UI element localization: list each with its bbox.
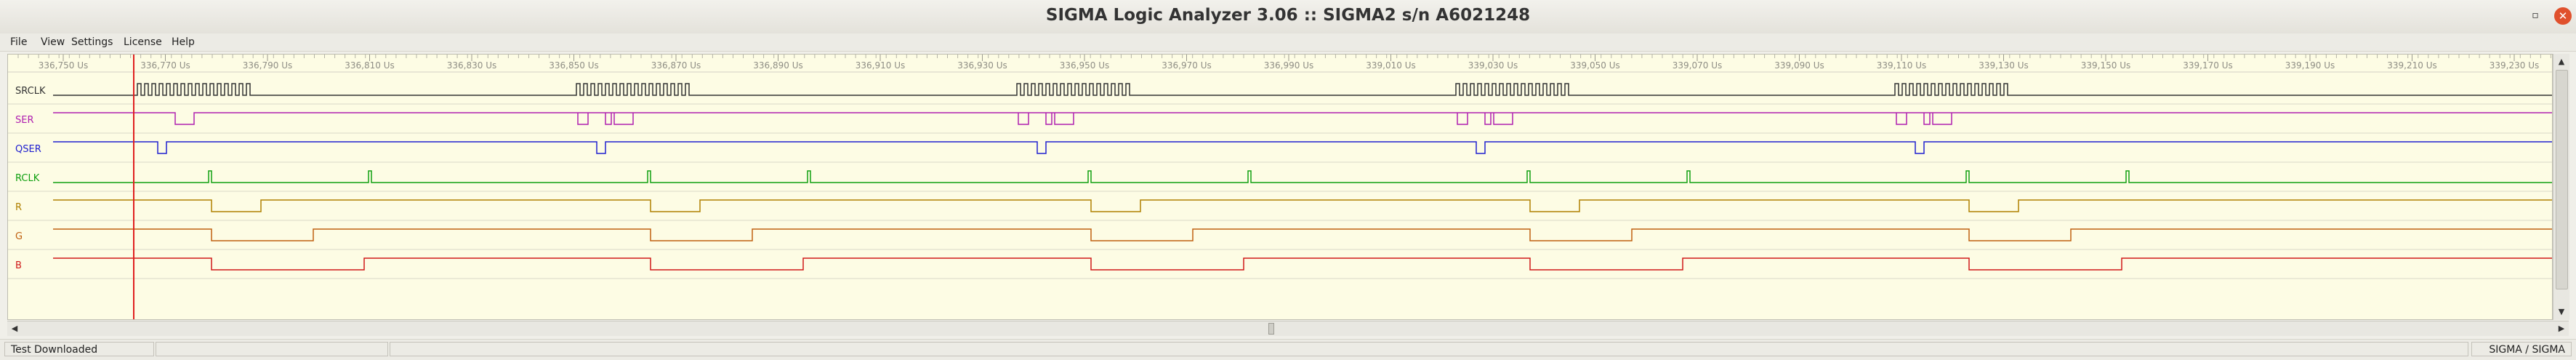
waveform-canvas[interactable]: 336,750 Us 336,770 Us 336,790 Us 336,810 Us…: [7, 54, 2553, 320]
time-tick-label: 336,950 Us: [1060, 60, 1109, 71]
horizontal-scrollbar[interactable]: ◀ ▶: [7, 321, 2569, 336]
time-tick-label: 336,970 Us: [1162, 60, 1211, 71]
time-tick-label: 336,930 Us: [957, 60, 1007, 71]
qser-trace: [53, 141, 2552, 154]
time-tick-label: 339,090 Us: [1774, 60, 1824, 71]
channel-label[interactable]: B: [15, 260, 22, 271]
vertical-scroll-thumb[interactable]: [2556, 70, 2568, 289]
time-tick-label: 339,010 Us: [1366, 60, 1415, 71]
time-tick-label: 339,230 Us: [2490, 60, 2539, 71]
status-message: Test Downloaded: [4, 342, 154, 356]
time-tick-label: 336,870 Us: [651, 60, 701, 71]
time-tick-label: 339,030 Us: [1468, 60, 1518, 71]
scroll-down-icon[interactable]: ▼: [2555, 305, 2568, 319]
menu-settings[interactable]: Settings: [71, 36, 113, 48]
menu-view[interactable]: View: [41, 36, 65, 48]
waveform-svg[interactable]: 336,750 Us 336,770 Us 336,790 Us 336,810 Us…: [8, 55, 2552, 319]
time-tick-label: 336,790 Us: [243, 60, 292, 71]
scroll-left-icon[interactable]: ◀: [8, 322, 21, 335]
channel-label[interactable]: G: [15, 231, 23, 242]
time-tick-label: 339,110 Us: [1877, 60, 1926, 71]
menu-file[interactable]: File: [10, 36, 27, 48]
status-info: [390, 342, 2468, 356]
time-tick-label: 336,830 Us: [447, 60, 496, 71]
time-tick-label: 336,810 Us: [345, 60, 394, 71]
scroll-right-icon[interactable]: ▶: [2555, 322, 2568, 335]
channel-label[interactable]: SRCLK: [15, 86, 46, 97]
time-tick-label: 339,170 Us: [2183, 60, 2232, 71]
horizontal-scroll-thumb[interactable]: [1268, 323, 1274, 335]
time-tick-label: 339,210 Us: [2387, 60, 2436, 71]
r-trace: [53, 199, 2552, 212]
g-trace: [53, 228, 2552, 241]
time-tick-label: 339,070 Us: [1673, 60, 1722, 71]
menu-license[interactable]: License: [124, 36, 162, 48]
status-progress: [156, 342, 388, 356]
channel-label[interactable]: RCLK: [15, 173, 40, 184]
time-tick-label: 339,130 Us: [1979, 60, 2028, 71]
time-tick-label: 339,150 Us: [2081, 60, 2130, 71]
rclk-trace: [53, 170, 2552, 183]
title-bar: SIGMA Logic Analyzer 3.06 :: SIGMA2 s/n …: [0, 0, 2576, 34]
time-tick-label: 339,050 Us: [1570, 60, 1619, 71]
vertical-scrollbar[interactable]: ▲ ▼: [2553, 54, 2569, 320]
ser-trace: [53, 112, 2552, 125]
time-tick-label: 336,850 Us: [549, 60, 598, 71]
time-tick-label: 336,770 Us: [140, 60, 190, 71]
b-trace: [53, 257, 2552, 271]
channel-label[interactable]: SER: [15, 115, 34, 126]
restore-icon[interactable]: ▫: [2528, 8, 2543, 23]
menu-bar: File View Settings License Help: [0, 33, 2576, 52]
status-bar: Test Downloaded SIGMA / SIGMA: [0, 339, 2576, 360]
close-icon[interactable]: ✕: [2554, 7, 2572, 25]
time-tick-label: 336,750 Us: [39, 60, 88, 71]
srclk-trace: [53, 83, 2552, 96]
window-title: SIGMA Logic Analyzer 3.06 :: SIGMA2 s/n …: [1045, 6, 1531, 25]
time-tick-label: 336,990 Us: [1264, 60, 1313, 71]
time-tick-label: 339,190 Us: [2285, 60, 2335, 71]
channel-label[interactable]: R: [15, 202, 22, 213]
time-tick-label: 336,910 Us: [856, 60, 905, 71]
status-device: SIGMA / SIGMA: [2471, 342, 2572, 356]
channel-label[interactable]: QSER: [15, 144, 41, 155]
time-tick-label: 336,890 Us: [753, 60, 802, 71]
menu-help[interactable]: Help: [172, 36, 195, 48]
scroll-up-icon[interactable]: ▲: [2555, 55, 2568, 68]
